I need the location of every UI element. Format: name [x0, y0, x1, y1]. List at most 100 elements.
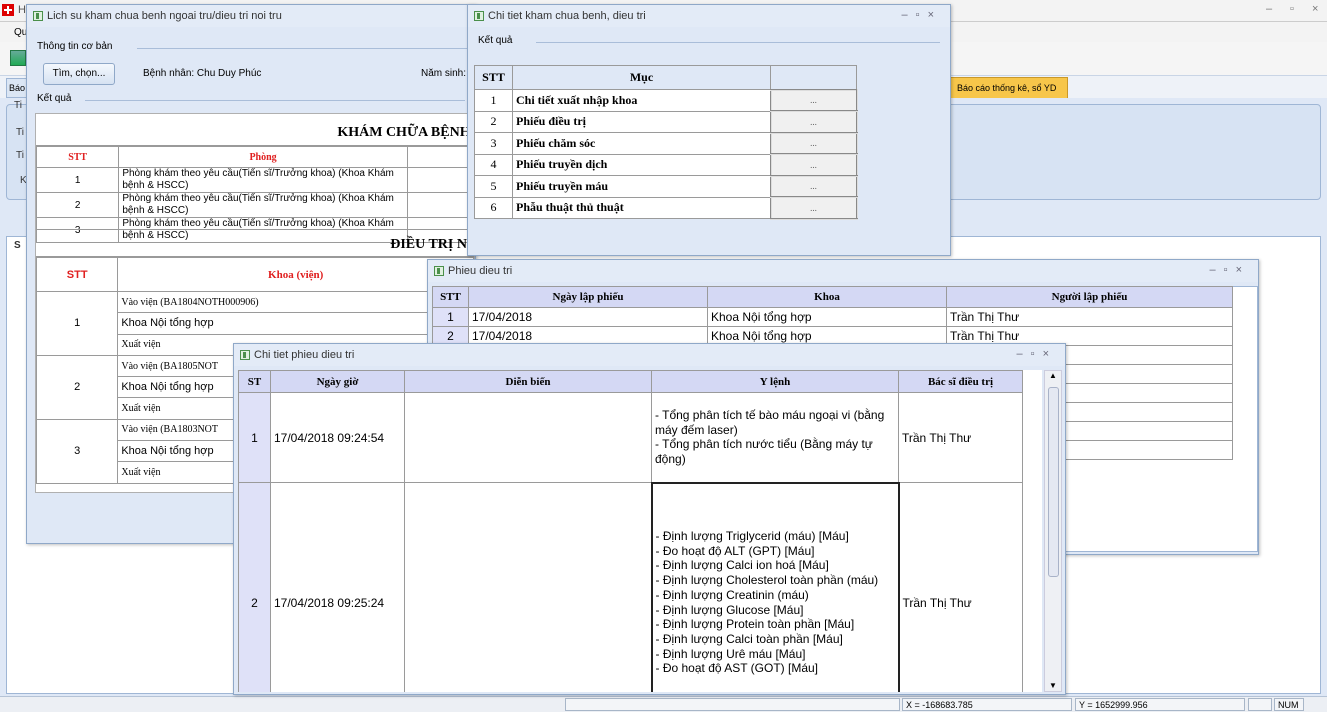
progress-cell	[404, 392, 652, 483]
status-y-coordinate: Y = 1652999.956	[1075, 698, 1245, 711]
window-controls[interactable]: –▫×	[1210, 264, 1250, 276]
vertical-scrollbar[interactable]: ▲ ▼	[1044, 370, 1062, 692]
window-titlebar[interactable]: Lich su kham chua benh ngoai tru/dieu tr…	[27, 5, 475, 27]
table-row[interactable]: 1 17/04/2018 Khoa Nội tổng hợp Trần Thị …	[432, 307, 1233, 327]
app-left-label: Ti	[16, 150, 24, 161]
department-cell: Khoa Nội tổng hợp	[707, 307, 947, 327]
open-detail-button[interactable]: ...	[769, 196, 858, 220]
find-button[interactable]: Tìm, chọn...	[43, 63, 115, 85]
detail-menu-table: STT Mục 1 Chi tiết xuất nhập khoa ... 2 …	[474, 65, 858, 220]
orders-cell: - Định lượng Triglycerid (máu) [Máu] - Đ…	[650, 481, 900, 692]
order-line: - Định lượng Creatinin (máu)	[655, 587, 809, 602]
patient-name: Bệnh nhân: Chu Duy Phúc	[143, 68, 262, 79]
table-row[interactable]: 5 Phiếu truyền máu ...	[474, 174, 858, 198]
window-title: Phieu dieu tri	[448, 265, 513, 277]
tab-bao-cao-thong-ke[interactable]: Báo cáo thống kê, sổ YD	[950, 77, 1068, 98]
order-line: - Tổng phân tích tế bào máu ngoại vi (bằ…	[655, 407, 885, 437]
table-row[interactable]: 2 17/04/2018 09:25:24 - Định lượng Trigl…	[238, 481, 1023, 692]
status-blank	[1248, 698, 1272, 711]
app-close-button[interactable]: ×	[1312, 3, 1318, 15]
status-x-coordinate: X = -168683.785	[902, 698, 1072, 711]
window-title: Chi tiet phieu dieu tri	[254, 349, 355, 361]
order-line: - Định lượng Protein toàn phần [Máu]	[655, 617, 855, 632]
app-left-label: Ti	[14, 100, 22, 111]
column-header	[406, 146, 474, 168]
toolbar-tool-icon[interactable]	[10, 50, 26, 66]
scroll-up-icon[interactable]: ▲	[1049, 371, 1057, 380]
room-cell: Phòng khám theo yêu cầu(Tiến sĩ/Trưởng k…	[118, 192, 408, 218]
column-header: Khoa (viện)	[117, 257, 474, 292]
order-line: - Định lượng Triglycerid (máu) [Máu]	[655, 528, 849, 543]
window-controls[interactable]: –▫×	[1017, 348, 1057, 360]
app-logo-icon	[2, 4, 14, 16]
stt-cell: 3	[36, 418, 119, 484]
stt-cell: 6	[474, 196, 513, 219]
column-header: ST	[238, 370, 271, 393]
open-detail-button[interactable]: ...	[769, 110, 858, 134]
table-row[interactable]: 1 Vào viện (BA1804NOTH000906)	[36, 290, 474, 356]
department-cell: Khoa Nội tổng hợp	[117, 312, 474, 335]
table-row[interactable]: 1 Chi tiết xuất nhập khoa ...	[474, 88, 858, 112]
open-detail-button[interactable]: ...	[769, 88, 858, 112]
creator-cell: Trần Thị Thư	[946, 307, 1233, 327]
open-detail-button[interactable]: ...	[769, 131, 858, 155]
item-cell: Phiếu chăm sóc	[512, 132, 771, 155]
result-label: Kết quả	[478, 35, 513, 46]
scroll-down-icon[interactable]: ▼	[1049, 681, 1057, 690]
inpatient-section-title: ĐIỀU TRỊ NỘI TR	[36, 229, 474, 257]
column-header: Diễn biến	[404, 370, 652, 393]
app-left-label: Ti	[16, 127, 24, 138]
app-maximize-button[interactable]: ▫	[1290, 3, 1294, 15]
order-line: - Định lượng Calci ion hoá [Máu]	[655, 558, 829, 573]
table-row[interactable]: 6 Phẫu thuật thủ thuật ...	[474, 196, 858, 220]
stt-cell: 2	[36, 192, 120, 218]
item-cell: Phẫu thuật thủ thuật	[512, 196, 771, 219]
item-cell: Phiếu truyền dịch	[512, 153, 771, 176]
column-header: Ngày lập phiếu	[468, 286, 708, 308]
stt-cell: 1	[432, 307, 469, 327]
window-icon	[240, 350, 250, 360]
column-header: Ngày giờ	[270, 370, 405, 393]
table-row[interactable]: 2 Phòng khám theo yêu cầu(Tiến sĩ/Trưởng…	[36, 192, 474, 218]
scrollbar-thumb[interactable]	[1048, 387, 1059, 577]
admission-cell: Vào viện (BA1804NOTH000906)	[117, 290, 474, 314]
result-label: Kết quả	[37, 93, 72, 104]
item-cell: Phiếu điều trị	[512, 110, 771, 133]
open-detail-button[interactable]: ...	[769, 174, 858, 198]
order-line: - Định lượng Urê máu [Máu]	[655, 646, 806, 661]
app-minimize-button[interactable]: –	[1266, 3, 1272, 15]
window-titlebar[interactable]: Chi tiet phieu dieu tri –▫×	[234, 344, 1065, 366]
table-row[interactable]: 3 Phiếu chăm sóc ...	[474, 131, 858, 155]
app-left-label: S	[14, 240, 21, 251]
order-line: - Định lượng Calci toàn phần [Máu]	[655, 631, 843, 646]
window-title: Lich su kham chua benh ngoai tru/dieu tr…	[47, 10, 282, 22]
table-row[interactable]: 4 Phiếu truyền dịch ...	[474, 153, 858, 177]
stt-cell: 1	[238, 392, 271, 483]
progress-cell	[404, 482, 652, 692]
divider	[85, 100, 465, 101]
window-title: Chi tiet kham chua benh, dieu tri	[488, 10, 646, 22]
table-row[interactable]: 1 17/04/2018 09:24:54 - Tổng phân tích t…	[238, 392, 1023, 483]
window-controls[interactable]: –▫×	[902, 9, 942, 21]
orders-cell: - Tổng phân tích tế bào máu ngoại vi (bằ…	[651, 392, 899, 483]
order-line: - Tổng phân tích nước tiểu (Bằng máy tự …	[655, 437, 873, 466]
order-line: - Định lượng Cholesterol toàn phần (máu)	[655, 573, 879, 588]
item-cell: Chi tiết xuất nhập khoa	[512, 89, 771, 112]
stt-cell: 5	[474, 175, 513, 198]
birth-year-label: Năm sinh:	[421, 68, 467, 79]
detail-grid: ST Ngày giờ Diễn biến Y lệnh Bác sĩ điều…	[238, 370, 1042, 692]
window-titlebar[interactable]: Chi tiet kham chua benh, dieu tri –▫×	[468, 5, 950, 27]
column-header: Y lệnh	[651, 370, 899, 393]
status-blank	[565, 698, 900, 711]
table-row[interactable]: 1 Phòng khám theo yêu cầu(Tiến sĩ/Trưởng…	[36, 167, 474, 193]
stt-cell: 2	[474, 110, 513, 133]
table-row[interactable]: 2 Phiếu điều trị ...	[474, 110, 858, 134]
order-line: - Đo hoạt độ AST (GOT) [Máu]	[655, 661, 819, 676]
treatment-detail-window: Chi tiet kham chua benh, dieu tri –▫× Kế…	[467, 4, 951, 256]
open-detail-button[interactable]: ...	[769, 153, 858, 177]
window-titlebar[interactable]: Phieu dieu tri –▫×	[428, 260, 1258, 282]
stt-cell: 2	[238, 482, 271, 692]
column-header: Mục	[512, 65, 771, 90]
column-header: Bác sĩ điều trị	[898, 370, 1023, 393]
window-icon	[434, 266, 444, 276]
